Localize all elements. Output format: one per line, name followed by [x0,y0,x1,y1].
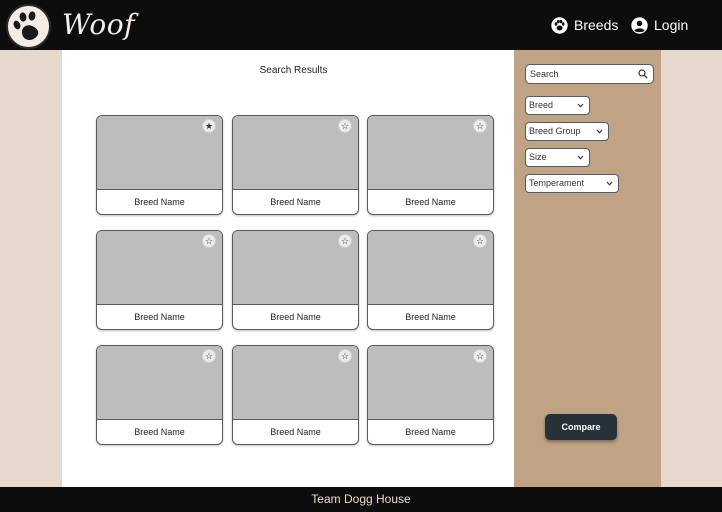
filter-sidebar: Search Breed Breed Group Size Temperamen… [514,50,661,487]
breed-name-label: Breed Name [134,312,185,322]
nav-breeds-label: Breeds [574,17,619,33]
breed-card[interactable]: ☆ Breed Name [367,115,494,215]
favorite-star-icon[interactable]: ★ [202,119,216,133]
breed-name-label: Breed Name [405,312,456,322]
breed-group-select[interactable]: Breed Group [525,122,609,141]
favorite-star-outline-icon[interactable]: ☆ [473,349,487,363]
temperament-select[interactable]: Temperament [525,174,619,193]
breed-group-select-value: Breed Group [529,126,581,136]
favorite-star-outline-icon[interactable]: ☆ [338,234,352,248]
paw-logo-icon[interactable] [6,4,51,49]
chevron-down-icon [606,181,613,186]
nav-login-link[interactable]: Login [631,0,688,50]
breed-select[interactable]: Breed [525,96,590,115]
user-icon [631,16,648,34]
breed-card[interactable]: ☆ Breed Name [96,345,223,445]
breed-name-label: Breed Name [134,427,185,437]
search-results-panel: Search Results ★ Breed Name ☆ Breed Name… [62,50,514,487]
favorite-star-outline-icon[interactable]: ☆ [202,234,216,248]
breed-card[interactable]: ☆ Breed Name [232,230,359,330]
breed-card[interactable]: ☆ Breed Name [367,230,494,330]
breed-name-label: Breed Name [405,427,456,437]
footer-text: Team Dogg House [311,492,411,506]
brand-name[interactable]: Woof [62,8,135,41]
breed-card[interactable]: ☆ Breed Name [367,345,494,445]
search-input[interactable]: Search [525,64,654,84]
breed-card[interactable]: ★ Breed Name [96,115,223,215]
favorite-star-outline-icon[interactable]: ☆ [473,234,487,248]
breed-name-label: Breed Name [270,312,321,322]
breed-card[interactable]: ☆ Breed Name [232,115,359,215]
search-icon[interactable] [638,69,648,79]
footer: Team Dogg House [0,487,722,512]
search-input-value: Search [530,69,559,79]
temperament-select-value: Temperament [529,178,585,188]
favorite-star-outline-icon[interactable]: ☆ [202,349,216,363]
paw-icon [551,16,568,34]
nav-breeds-link[interactable]: Breeds [551,0,618,50]
chevron-down-icon [577,103,584,108]
breed-select-value: Breed [529,100,554,110]
breed-card[interactable]: ☆ Breed Name [96,230,223,330]
breed-name-label: Breed Name [134,197,185,207]
chevron-down-icon [596,129,603,134]
breed-name-label: Breed Name [270,197,321,207]
size-select[interactable]: Size [525,148,590,167]
favorite-star-outline-icon[interactable]: ☆ [338,349,352,363]
breed-name-label: Breed Name [270,427,321,437]
breed-name-label: Breed Name [405,197,456,207]
favorite-star-outline-icon[interactable]: ☆ [473,119,487,133]
size-select-value: Size [529,152,547,162]
page-title: Search Results [259,65,328,76]
favorite-star-outline-icon[interactable]: ☆ [338,119,352,133]
breed-card[interactable]: ☆ Breed Name [232,345,359,445]
chevron-down-icon [577,155,584,160]
top-header: Woof Breeds Login [0,0,722,50]
nav-login-label: Login [654,17,689,33]
compare-button[interactable]: Compare [545,414,617,440]
